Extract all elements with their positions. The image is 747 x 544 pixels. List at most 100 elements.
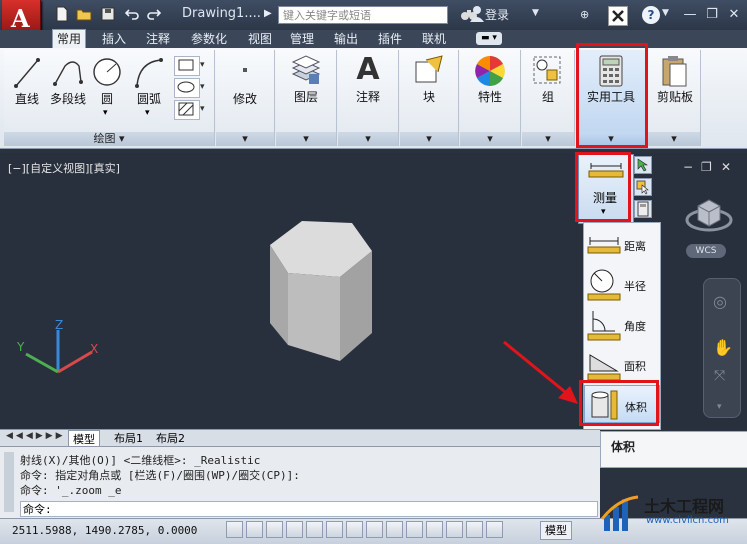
modify-panel-footer[interactable]: ▾ [216,132,274,146]
tab-parametric[interactable]: 参数化 [187,30,231,48]
z-axis-label: Z [55,318,64,332]
viewport-restore-icon[interactable]: ❐ [701,160,712,174]
object-snap-icon[interactable] [326,521,343,538]
polyline-tool[interactable]: 多段线 [46,56,90,107]
search-input[interactable]: 键入关键字或短语 [278,6,448,24]
ortho-mode-icon[interactable] [286,521,303,538]
minimize-icon[interactable]: — [680,7,700,23]
line-tool[interactable]: 直线 [10,56,44,107]
tab-annotate[interactable]: 注释 [142,30,174,48]
arc-dropdown-icon[interactable]: ▾ [145,108,150,118]
arc-tool[interactable]: 圆弧 [132,56,166,107]
zoom-icon[interactable]: ⤧ [714,368,725,384]
hexagonal-prism-model[interactable] [260,215,380,370]
layers-label: 图层 [293,90,318,104]
menu-item-radius[interactable]: 半径 [584,265,660,303]
block-panel-footer[interactable]: ▾ [400,132,458,146]
undo-icon[interactable] [124,6,140,22]
modify-icon [243,68,247,72]
polar-tracking-icon[interactable] [306,521,323,538]
viewport-close-icon[interactable]: ✕ [721,160,731,174]
coordinates-readout[interactable]: 2511.5988, 1490.2785, 0.0000 [12,524,197,537]
select-cursor-icon[interactable] [634,178,652,196]
modify-tool[interactable]: 修改 [220,58,270,106]
rectangle-dropdown-icon[interactable]: ▾ [200,60,205,70]
tab-view[interactable]: 视图 [244,30,276,48]
dynamic-ucs-icon[interactable] [386,521,403,538]
block-tool[interactable]: 块 [404,54,454,105]
dynamic-input-icon[interactable] [406,521,423,538]
viewcube-icon[interactable] [684,190,734,236]
steering-wheel-icon[interactable]: ◎ [713,292,727,311]
grid-display-icon[interactable] [266,521,283,538]
transparency-icon[interactable] [446,521,463,538]
clipboard-panel-footer[interactable]: ▾ [648,132,700,146]
properties-panel-footer[interactable]: ▾ [460,132,520,146]
login-dropdown-icon[interactable]: ▼ [532,8,539,18]
redo-icon[interactable] [146,6,162,22]
tab-layout1[interactable]: 布局1 [110,430,147,446]
ellipse-dropdown-icon[interactable]: ▾ [200,82,205,92]
ribbon-toggle-icon[interactable]: ▬ ▾ [476,32,502,45]
open-folder-icon[interactable] [76,6,92,22]
circle-tool[interactable]: 圆 [92,56,122,107]
viewport-minimize-icon[interactable]: − [683,160,693,174]
save-icon[interactable] [100,6,116,22]
layout-nav-arrows-icon[interactable]: ◀◀◀▶▶▶ [6,431,66,441]
close-icon[interactable]: ✕ [724,7,744,23]
lineweight-icon[interactable] [426,521,443,538]
snap-mode-icon[interactable] [246,521,263,538]
menu-item-distance[interactable]: 距离 [584,225,660,263]
tooltip-text: 体积 [611,440,636,454]
tab-insert[interactable]: 插入 [98,30,130,48]
annotation-panel-footer[interactable]: ▾ [338,132,398,146]
help-icon[interactable]: ? [642,6,660,24]
command-window-grip[interactable] [4,452,14,512]
object-snap-tracking-icon[interactable] [366,521,383,538]
draw-panel-footer[interactable]: 绘图 ▾ [4,132,214,146]
clipboard-tool[interactable]: 剪贴板 [650,54,700,105]
small-calculator-icon[interactable] [634,200,652,218]
pan-hand-icon[interactable]: ✋ [713,338,733,357]
quick-select-icon[interactable] [634,156,652,174]
hatch-icon[interactable] [174,100,200,120]
login-link[interactable]: 登录 [485,6,509,23]
3d-object-snap-icon[interactable] [346,521,363,538]
properties-tool[interactable]: 特性 [464,54,516,105]
circle-dropdown-icon[interactable]: ▾ [103,108,108,118]
x-exchange-icon[interactable] [608,6,628,26]
restore-icon[interactable]: ❐ [702,7,722,23]
group-icon [533,56,561,84]
command-input[interactable]: 命令: [20,501,598,517]
hatch-dropdown-icon[interactable]: ▾ [200,104,205,114]
viewport-controls-label[interactable]: [−][自定义视图][真实] [8,160,120,176]
tab-manage[interactable]: 管理 [286,30,318,48]
tab-plugins[interactable]: 插件 [374,30,406,48]
tab-layout2[interactable]: 布局2 [152,430,189,446]
new-file-icon[interactable] [54,6,70,22]
group-panel-footer[interactable]: ▾ [522,132,574,146]
model-space-button[interactable]: 模型 [540,521,572,540]
utilities-highlight [576,43,648,148]
quick-properties-icon[interactable] [466,521,483,538]
menu-item-area[interactable]: 面积 [584,345,660,383]
site-watermark: 土木工程网 www.civilcn.com [596,485,747,543]
layers-tool[interactable]: 图层 [280,54,332,105]
wcs-menu[interactable]: WCS [686,244,726,258]
exchange-icon[interactable]: ⊕ [580,8,589,21]
tab-online[interactable]: 联机 [418,30,450,48]
tab-output[interactable]: 输出 [330,30,362,48]
infer-constraints-icon[interactable] [226,521,243,538]
group-tool[interactable]: 组 [526,54,570,105]
help-dropdown-icon[interactable]: ▼ [662,8,669,18]
ellipse-icon[interactable] [174,78,200,98]
selection-cycling-icon[interactable] [486,521,503,538]
layers-panel-footer[interactable]: ▾ [276,132,336,146]
y-axis-label: Y [17,340,25,354]
red-pointer-arrow [503,340,578,404]
navbar-dropdown-icon[interactable]: ▾ [717,402,722,412]
tab-home[interactable]: 常用 [52,29,87,48]
rectangle-icon[interactable] [174,56,200,76]
annotation-tool[interactable]: A 注释 [342,52,394,105]
menu-item-angle[interactable]: 角度 [584,305,660,343]
